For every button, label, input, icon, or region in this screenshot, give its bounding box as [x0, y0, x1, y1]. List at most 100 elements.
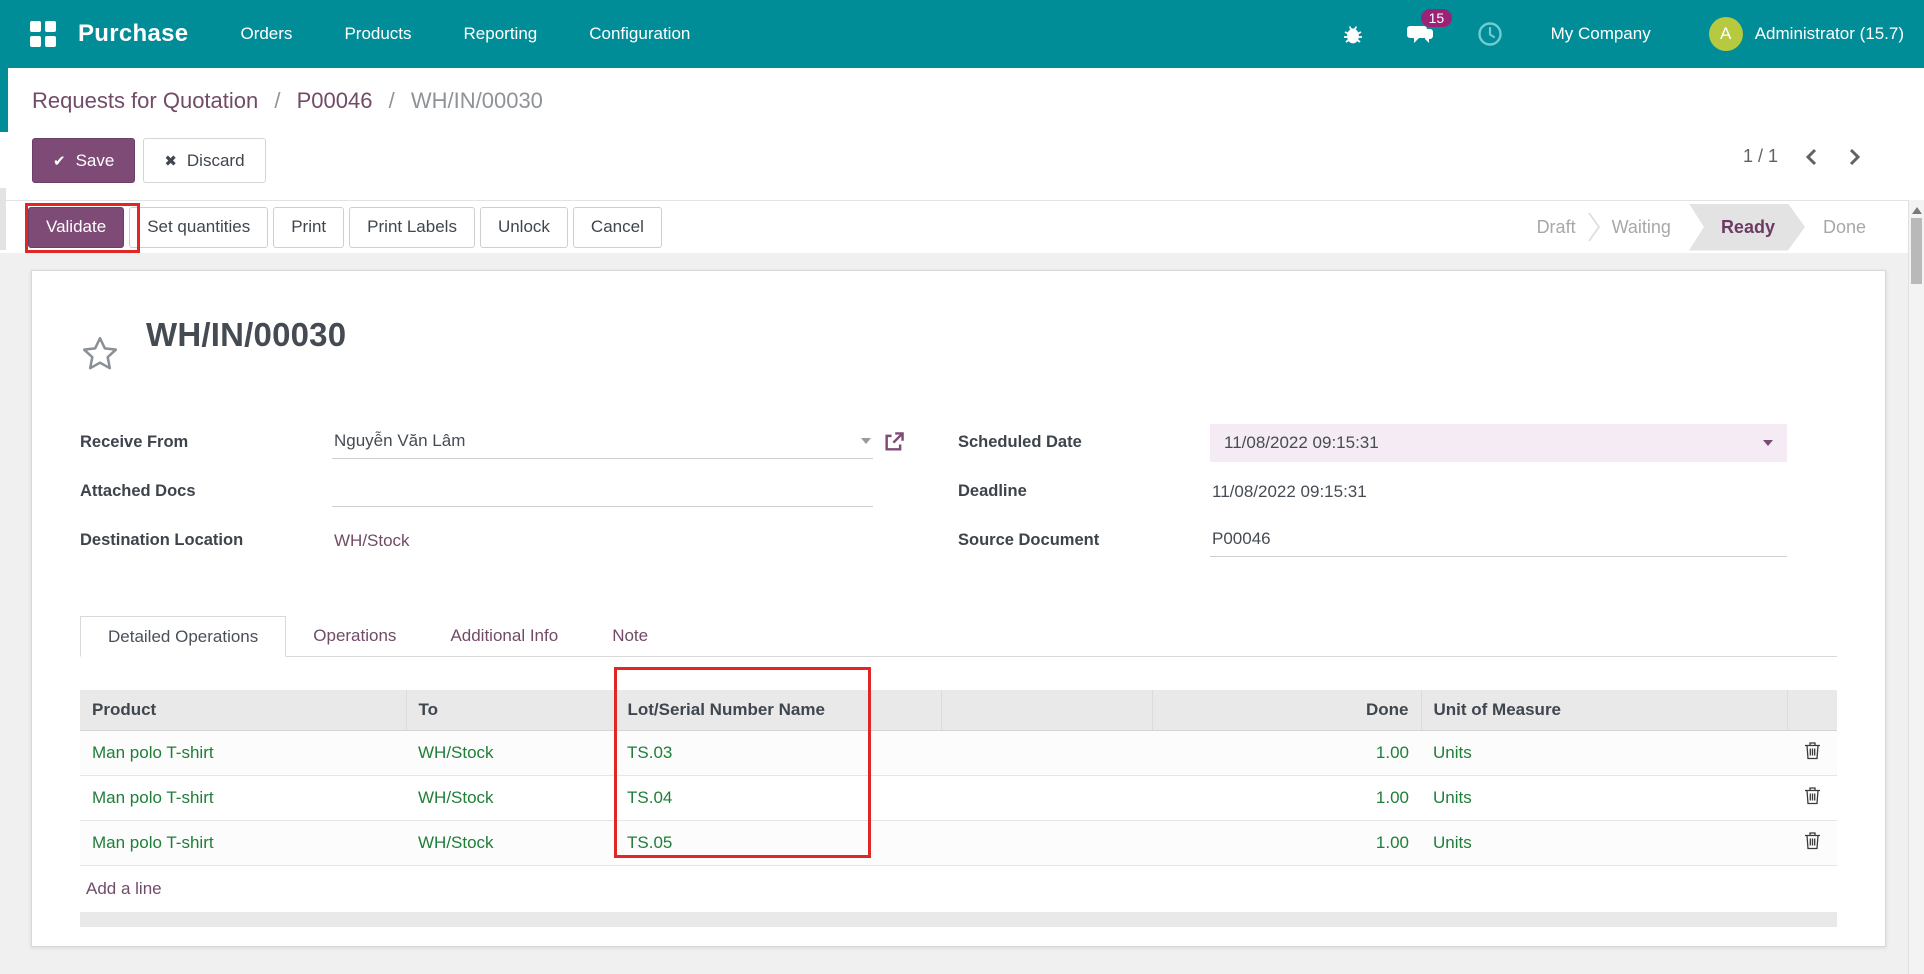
- field-attached-docs: Attached Docs: [80, 467, 905, 516]
- company-switcher[interactable]: My Company: [1551, 24, 1651, 44]
- table-row[interactable]: Man polo T-shirt WH/Stock TS.03 1.00 Uni…: [80, 730, 1837, 775]
- external-link-icon[interactable]: [883, 431, 905, 458]
- cell-uom[interactable]: Units: [1421, 820, 1787, 865]
- delete-row-icon[interactable]: [1787, 820, 1837, 865]
- header-actions: [1787, 690, 1837, 730]
- field-grid: Receive From Nguyễn Văn Lâm At: [80, 418, 1837, 565]
- cell-spacer: [941, 775, 1152, 820]
- app-window: Purchase Orders Products Reporting Confi…: [0, 0, 1924, 974]
- form-sheet: WH/IN/00030 Receive From Nguyễn Văn Lâm: [31, 270, 1886, 947]
- delete-row-icon[interactable]: [1787, 775, 1837, 820]
- field-column-left: Receive From Nguyễn Văn Lâm At: [80, 418, 905, 565]
- cell-done[interactable]: 1.00: [1152, 730, 1421, 775]
- receive-from-input[interactable]: Nguyễn Văn Lâm: [332, 427, 873, 459]
- main-menu: Orders Products Reporting Configuration: [238, 18, 692, 50]
- vertical-scrollbar[interactable]: [1908, 200, 1924, 974]
- breadcrumb: Requests for Quotation / P00046 / WH/IN/…: [32, 88, 543, 114]
- nav-item-reporting[interactable]: Reporting: [462, 18, 540, 50]
- cell-done[interactable]: 1.00: [1152, 775, 1421, 820]
- nav-item-products[interactable]: Products: [342, 18, 413, 50]
- field-destination-location: Destination Location WH/Stock: [80, 516, 905, 565]
- apps-menu-icon[interactable]: [30, 21, 56, 47]
- horizontal-scrollbar[interactable]: [80, 912, 1837, 927]
- cancel-button[interactable]: Cancel: [573, 207, 662, 248]
- header-lot-serial[interactable]: Lot/Serial Number Name: [615, 690, 941, 730]
- user-avatar[interactable]: A: [1709, 17, 1743, 51]
- breadcrumb-separator: /: [274, 88, 280, 113]
- favorite-star-icon[interactable]: [80, 334, 120, 379]
- deadline-value: 11/08/2022 09:15:31: [1212, 482, 1367, 501]
- chevron-down-icon[interactable]: [1763, 440, 1773, 446]
- table-row[interactable]: Man polo T-shirt WH/Stock TS.04 1.00 Uni…: [80, 775, 1837, 820]
- print-labels-button[interactable]: Print Labels: [349, 207, 475, 248]
- receive-from-value: Nguyễn Văn Lâm: [334, 431, 465, 451]
- field-receive-from: Receive From Nguyễn Văn Lâm: [80, 418, 905, 467]
- print-button[interactable]: Print: [273, 207, 344, 248]
- scroll-up-arrow-icon[interactable]: [1912, 207, 1922, 214]
- activities-clock-icon[interactable]: [1477, 21, 1503, 47]
- delete-row-icon[interactable]: [1787, 730, 1837, 775]
- attached-docs-label: Attached Docs: [80, 482, 332, 501]
- add-a-line-link[interactable]: Add a line: [80, 866, 162, 911]
- navbar-right: 15 My Company A Administrator (15.7): [1341, 17, 1904, 51]
- discard-button-label: Discard: [187, 151, 245, 171]
- source-document-input[interactable]: P00046: [1210, 525, 1787, 557]
- header-done[interactable]: Done: [1152, 690, 1421, 730]
- cell-product[interactable]: Man polo T-shirt: [80, 730, 406, 775]
- messages-icon[interactable]: 15: [1405, 21, 1435, 47]
- tab-additional-info[interactable]: Additional Info: [423, 616, 585, 656]
- unlock-button[interactable]: Unlock: [480, 207, 568, 248]
- pager-next-icon[interactable]: [1846, 148, 1862, 166]
- receive-from-label: Receive From: [80, 433, 332, 452]
- destination-location-value[interactable]: WH/Stock: [334, 531, 410, 550]
- cell-to[interactable]: WH/Stock: [406, 820, 615, 865]
- header-to[interactable]: To: [406, 690, 615, 730]
- cell-to[interactable]: WH/Stock: [406, 775, 615, 820]
- user-menu[interactable]: Administrator (15.7): [1755, 24, 1904, 44]
- cell-lot[interactable]: TS.03: [615, 730, 941, 775]
- left-edge-gray-sliver: [0, 188, 6, 250]
- tab-note[interactable]: Note: [585, 616, 675, 656]
- breadcrumb-p00046[interactable]: P00046: [297, 88, 373, 113]
- pager-previous-icon[interactable]: [1804, 148, 1820, 166]
- stage-waiting[interactable]: Waiting: [1600, 217, 1683, 238]
- set-quantities-button[interactable]: Set quantities: [129, 207, 268, 248]
- top-navbar: Purchase Orders Products Reporting Confi…: [0, 0, 1924, 68]
- debug-bug-icon[interactable]: [1341, 22, 1365, 46]
- table-row[interactable]: Man polo T-shirt WH/Stock TS.05 1.00 Uni…: [80, 820, 1837, 865]
- stage-ready-active[interactable]: Ready: [1689, 204, 1805, 251]
- scheduled-date-input[interactable]: 11/08/2022 09:15:31: [1210, 424, 1787, 462]
- app-name[interactable]: Purchase: [78, 20, 188, 48]
- notebook-tabs: Detailed Operations Operations Additiona…: [80, 616, 1837, 657]
- tab-operations[interactable]: Operations: [286, 616, 423, 656]
- scrollbar-thumb[interactable]: [1911, 218, 1922, 284]
- breadcrumb-requests-for-quotation[interactable]: Requests for Quotation: [32, 88, 258, 113]
- header-product[interactable]: Product: [80, 690, 406, 730]
- header-unit-of-measure[interactable]: Unit of Measure: [1421, 690, 1787, 730]
- cell-uom[interactable]: Units: [1421, 730, 1787, 775]
- cell-lot[interactable]: TS.04: [615, 775, 941, 820]
- destination-location-label: Destination Location: [80, 531, 332, 550]
- chevron-down-icon[interactable]: [861, 438, 871, 444]
- cell-to[interactable]: WH/Stock: [406, 730, 615, 775]
- detailed-operations-table: Product To Lot/Serial Number Name Done U…: [80, 690, 1837, 927]
- tab-detailed-operations[interactable]: Detailed Operations: [80, 616, 286, 657]
- header-spacer: [941, 690, 1152, 730]
- cell-product[interactable]: Man polo T-shirt: [80, 775, 406, 820]
- cell-done[interactable]: 1.00: [1152, 820, 1421, 865]
- cell-lot[interactable]: TS.05: [615, 820, 941, 865]
- nav-item-orders[interactable]: Orders: [238, 18, 294, 50]
- field-column-right: Scheduled Date 11/08/2022 09:15:31 Deadl…: [958, 418, 1837, 565]
- save-button-label: Save: [76, 151, 115, 171]
- nav-item-configuration[interactable]: Configuration: [587, 18, 692, 50]
- attached-docs-input[interactable]: [332, 477, 873, 507]
- validate-button[interactable]: Validate: [28, 207, 124, 248]
- stage-done[interactable]: Done: [1811, 217, 1878, 238]
- field-source-document: Source Document P00046: [958, 516, 1837, 565]
- stage-draft[interactable]: Draft: [1525, 217, 1588, 238]
- field-deadline: Deadline 11/08/2022 09:15:31: [958, 467, 1837, 516]
- discard-button[interactable]: ✖ Discard: [143, 138, 265, 183]
- save-button[interactable]: ✔ Save: [32, 138, 135, 183]
- cell-uom[interactable]: Units: [1421, 775, 1787, 820]
- cell-product[interactable]: Man polo T-shirt: [80, 820, 406, 865]
